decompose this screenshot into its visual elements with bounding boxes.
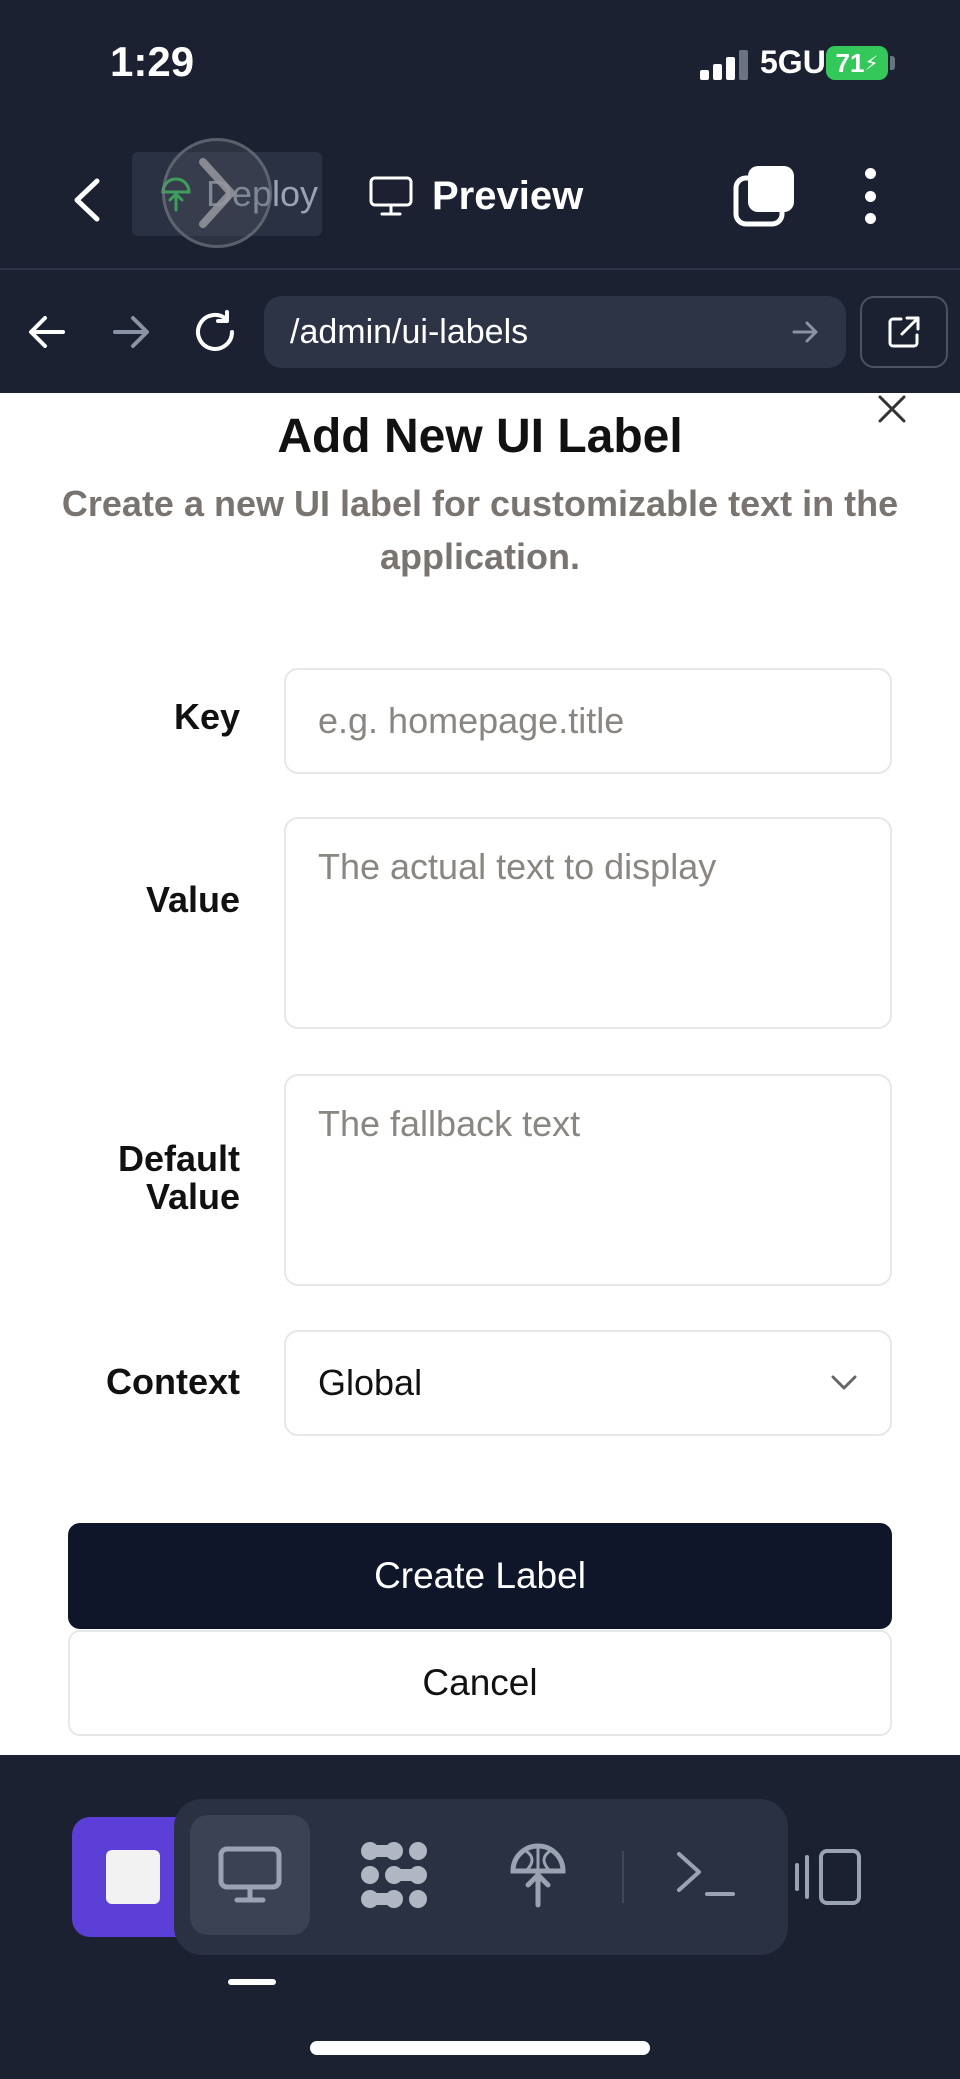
context-selected-value: Global bbox=[318, 1362, 423, 1403]
dialog-title: Add New UI Label bbox=[277, 410, 683, 463]
battery-indicator: 71 ⚡ bbox=[826, 46, 888, 80]
signal-icon bbox=[700, 48, 750, 80]
stop-icon bbox=[106, 1850, 160, 1904]
tool-terminal[interactable] bbox=[646, 1815, 766, 1935]
floating-nav-button[interactable] bbox=[162, 138, 272, 248]
key-input[interactable] bbox=[284, 668, 892, 774]
device-panel-icon bbox=[795, 1849, 861, 1905]
default-value-label: Default Value bbox=[117, 1138, 240, 1217]
refresh-icon bbox=[196, 310, 234, 351]
bottom-toolbar bbox=[0, 1755, 960, 2079]
tool-group bbox=[174, 1799, 788, 1955]
reload-button[interactable] bbox=[188, 302, 242, 362]
dialog-description: Create a new UI label for customizable t… bbox=[61, 483, 899, 577]
terminal-icon bbox=[677, 1852, 735, 1896]
preview-label: Preview bbox=[432, 173, 584, 218]
more-options-button[interactable] bbox=[850, 164, 890, 228]
value-textarea[interactable] bbox=[284, 817, 892, 1029]
external-link-icon bbox=[888, 316, 920, 348]
toolbar-divider bbox=[622, 1851, 624, 1903]
go-arrow-icon[interactable] bbox=[792, 319, 820, 345]
tabs-icon bbox=[733, 166, 794, 227]
address-bar[interactable]: /admin/ui-labels bbox=[264, 296, 846, 368]
battery-level: 71 bbox=[835, 47, 865, 78]
status-bar: 1:29 5GUC 71 ⚡ bbox=[0, 0, 960, 120]
context-select[interactable]: Global bbox=[284, 1330, 892, 1436]
more-vertical-icon bbox=[864, 168, 876, 179]
tab-preview[interactable]: Preview bbox=[368, 164, 583, 228]
value-label: Value bbox=[145, 879, 240, 920]
chevron-right-icon bbox=[199, 158, 235, 228]
context-label: Context bbox=[106, 1361, 240, 1402]
url-text: /admin/ui-labels bbox=[290, 312, 529, 351]
tool-apps[interactable] bbox=[334, 1815, 454, 1935]
home-indicator bbox=[310, 2041, 650, 2055]
monitor-icon bbox=[369, 176, 413, 216]
apps-grid-icon bbox=[361, 1842, 427, 1908]
top-toolbar: Deploy Preview bbox=[0, 130, 960, 270]
tabs-button[interactable] bbox=[732, 164, 796, 228]
open-external-button[interactable] bbox=[860, 296, 948, 368]
cancel-button[interactable]: Cancel bbox=[68, 1630, 892, 1736]
tool-deploy[interactable] bbox=[478, 1815, 598, 1935]
chevron-down-icon bbox=[831, 1375, 857, 1390]
chevron-left-icon bbox=[74, 178, 100, 222]
active-tool-indicator bbox=[228, 1979, 276, 1985]
monitor-icon bbox=[218, 1846, 282, 1903]
add-ui-label-dialog: Add New UI Label Create a new UI label f… bbox=[0, 393, 960, 1755]
battery-tip bbox=[890, 56, 895, 70]
status-time: 1:29 bbox=[110, 38, 195, 85]
deploy-icon bbox=[510, 1843, 566, 1908]
back-button[interactable] bbox=[60, 170, 112, 230]
arrow-right-icon bbox=[113, 316, 149, 348]
browser-forward-button[interactable] bbox=[104, 302, 158, 362]
create-label-button[interactable]: Create Label bbox=[68, 1523, 892, 1629]
default-value-textarea[interactable] bbox=[284, 1074, 892, 1286]
browser-back-button[interactable] bbox=[20, 302, 74, 362]
charging-icon: ⚡ bbox=[864, 52, 879, 75]
browser-nav-bar: /admin/ui-labels bbox=[0, 272, 960, 392]
key-label: Key bbox=[173, 696, 240, 737]
arrow-left-icon bbox=[29, 316, 65, 348]
tool-device-panel[interactable] bbox=[790, 1817, 866, 1937]
tool-preview[interactable] bbox=[190, 1815, 310, 1935]
